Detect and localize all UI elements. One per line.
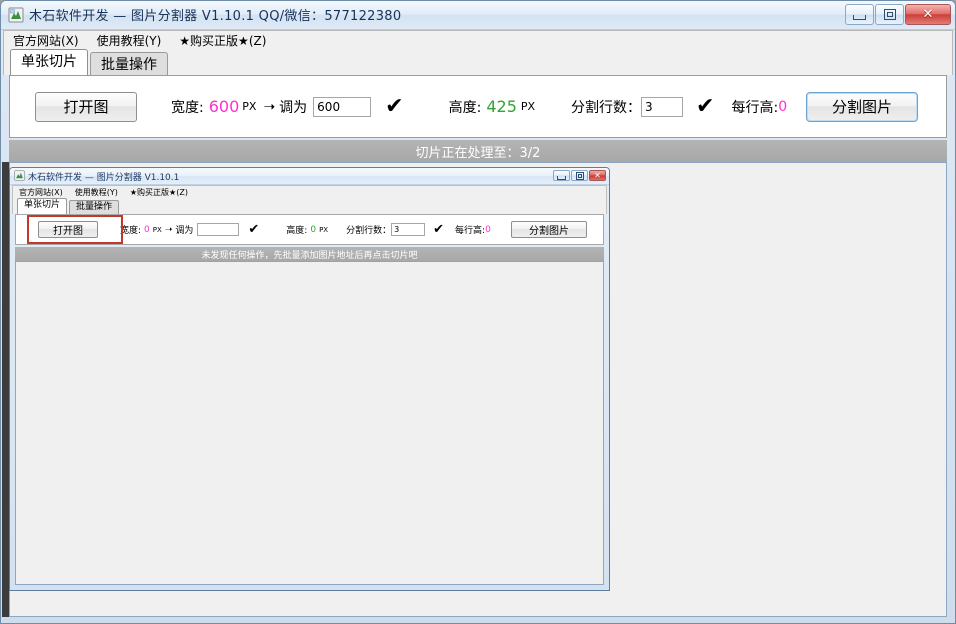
nested-status-text: 未发现任何操作，先批量添加图片地址后再点击切片吧 (201, 250, 418, 261)
nested-width-unit: PX (152, 225, 162, 234)
menu-bar: 官方网站(X) 使用教程(Y) ★购买正版★(Z) (3, 30, 953, 51)
nested-confirm-rows-check-icon[interactable]: ✔ (433, 223, 444, 236)
confirm-width-check-icon[interactable]: ✔ (385, 95, 403, 118)
tab-batch-operation[interactable]: 批量操作 (90, 52, 168, 75)
nested-title-bar[interactable]: 木石软件开发 — 图片分割器 V1.10.1 ✕ (10, 168, 609, 185)
nested-minimize-icon (557, 175, 566, 180)
window-controls: ✕ (845, 4, 951, 25)
nested-content-area (15, 261, 604, 585)
minimize-button[interactable] (845, 4, 874, 25)
nested-window-title: 木石软件开发 — 图片分割器 V1.10.1 (28, 173, 180, 183)
app-icon (8, 7, 24, 23)
per-row-height-label: 每行高: (731, 99, 779, 116)
nested-height-value: 0 (310, 224, 317, 235)
height-value: 425 (486, 97, 517, 116)
tab-single-slice[interactable]: 单张切片 (10, 49, 88, 75)
nested-height-label: 高度: (286, 226, 308, 236)
menu-item-tutorial[interactable]: 使用教程(Y) (88, 31, 171, 50)
menu-item-buy-license[interactable]: ★购买正版★(Z) (170, 31, 275, 50)
width-unit: PX (242, 100, 257, 113)
per-row-height-value: 0 (778, 98, 788, 115)
split-image-button[interactable]: 分割图片 (806, 91, 918, 122)
nested-restore-icon (575, 171, 584, 180)
status-bar: 切片正在处理至：3/2 (9, 140, 947, 162)
arrow-icon: ➝ (263, 98, 276, 115)
nested-width-value: 0 (144, 224, 150, 235)
nested-menu-item-tutorial[interactable]: 使用教程(Y) (69, 187, 124, 198)
nested-rows-label: 分割行数： (346, 226, 392, 236)
close-icon: ✕ (922, 7, 934, 22)
nested-height-unit: PX (319, 225, 329, 234)
resize-label: 调为 (279, 99, 308, 116)
close-button[interactable]: ✕ (905, 4, 951, 25)
nested-tab-strip: 单张切片 批量操作 (12, 198, 607, 214)
tab-strip: 单张切片 批量操作 (3, 49, 953, 75)
nested-menu-item-official-site[interactable]: 官方网站(X) (13, 187, 69, 198)
minimize-icon (846, 5, 873, 24)
nested-resize-label: 调为 (175, 226, 194, 236)
nested-per-row-height-label: 每行高: (455, 226, 486, 236)
restore-icon (876, 5, 903, 24)
nested-status-bar: 未发现任何操作，先批量添加图片地址后再点击切片吧 (15, 247, 604, 261)
nested-close-icon: ✕ (594, 170, 601, 180)
nested-rows-input[interactable] (391, 223, 426, 236)
status-text: 切片正在处理至：3/2 (415, 145, 541, 161)
nested-minimize-button[interactable] (553, 170, 570, 181)
nested-resize-input[interactable] (197, 223, 240, 236)
height-label: 高度: (448, 99, 482, 116)
nested-confirm-width-check-icon[interactable]: ✔ (248, 223, 259, 236)
window-title: 木石软件开发 — 图片分割器 V1.10.1 QQ/微信：577122380 (29, 9, 402, 24)
menu-item-official-site[interactable]: 官方网站(X) (4, 31, 88, 50)
resize-input[interactable] (313, 96, 372, 117)
nested-app-icon (14, 170, 25, 181)
nested-window: 木石软件开发 — 图片分割器 V1.10.1 ✕ 官方网站(X) 使用教程(Y)… (9, 167, 610, 591)
nested-close-button[interactable]: ✕ (589, 170, 606, 181)
nested-per-row-height-value: 0 (485, 224, 491, 235)
title-bar[interactable]: 木石软件开发 — 图片分割器 V1.10.1 QQ/微信：577122380 ✕ (1, 1, 955, 30)
main-window: 木石软件开发 — 图片分割器 V1.10.1 QQ/微信：577122380 ✕… (0, 0, 956, 624)
nested-open-image-button[interactable]: 打开图 (38, 221, 98, 238)
nested-window-controls: ✕ (553, 170, 606, 181)
nested-split-image-button[interactable]: 分割图片 (511, 221, 587, 238)
nested-arrow-icon: ➝ (164, 224, 173, 235)
width-label: 宽度: (171, 99, 204, 116)
confirm-rows-check-icon[interactable]: ✔ (696, 95, 714, 118)
width-value: 600 (208, 97, 240, 116)
open-image-button[interactable]: 打开图 (35, 91, 137, 122)
nested-toolbar: 打开图 宽度: 0 PX ➝ 调为 ✔ 高度: 0 PX 分割行数： ✔ 每行高… (15, 214, 604, 245)
rows-label: 分割行数： (571, 99, 642, 116)
height-unit: PX (520, 100, 536, 113)
nested-width-label: 宽度: (120, 226, 142, 236)
nested-tab-batch-operation[interactable]: 批量操作 (69, 200, 120, 214)
left-edge-strip (2, 162, 9, 617)
rows-input[interactable] (641, 96, 684, 117)
maximize-button[interactable] (875, 4, 904, 25)
toolbar: 打开图 宽度: 600 PX ➝ 调为 ✔ 高度: 425 PX 分割行数： ✔… (9, 75, 947, 138)
nested-tab-single-slice[interactable]: 单张切片 (17, 198, 68, 214)
nested-menu-item-buy-license[interactable]: ★购买正版★(Z) (124, 187, 194, 198)
nested-maximize-button[interactable] (571, 170, 588, 181)
